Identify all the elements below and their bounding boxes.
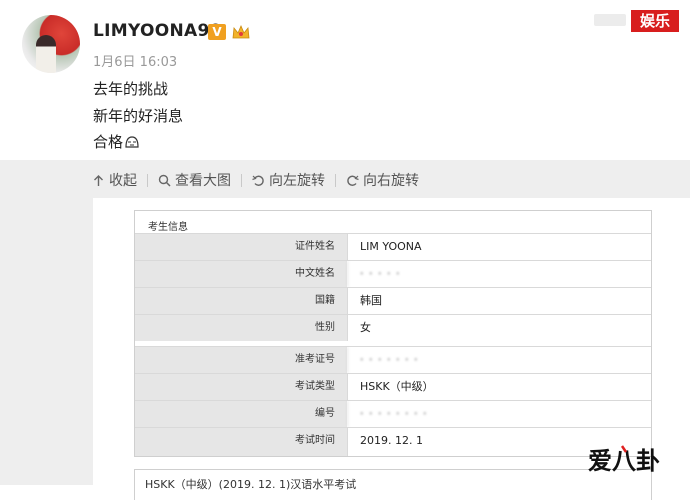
rotate-left-button[interactable]: 向左旋转: [252, 170, 325, 190]
image-toolbar: 收起 查看大图 向左旋转 向右旋转: [92, 168, 419, 192]
avatar-figure: [36, 35, 56, 73]
info-value-redacted: · · · · ·: [347, 261, 651, 287]
crown-icon: [232, 24, 250, 39]
info-row: 国籍 韩国: [135, 287, 651, 314]
info-label: 国籍: [135, 288, 347, 314]
channel-badge: 娱乐: [631, 10, 679, 32]
user-avatar[interactable]: [22, 15, 80, 73]
post-header: LIMYOONA90 V 1月6日 16:03 去年的挑战 新年的好消息 合格 …: [0, 0, 690, 160]
candidate-info-panel: 考生信息 证件姓名 LIM YOONA 中文姓名 · · · · · 国籍 韩国…: [134, 210, 652, 457]
info-value-redacted: · · · · · · · ·: [347, 401, 651, 427]
site-watermark-logo: 爱八卦: [588, 445, 660, 475]
username-link[interactable]: LIMYOONA90: [93, 21, 222, 41]
embarrassed-face-icon: [125, 136, 139, 148]
info-label: 考试时间: [135, 428, 347, 456]
collapse-label: 收起: [109, 173, 137, 189]
info-value-redacted: · · · · · · ·: [347, 347, 651, 373]
info-row: 考试时间 2019. 12. 1: [135, 427, 651, 456]
view-large-label: 查看大图: [175, 173, 231, 189]
faded-watermark: [594, 14, 626, 26]
rotate-right-button[interactable]: 向右旋转: [346, 170, 419, 190]
view-large-button[interactable]: 查看大图: [158, 170, 231, 190]
toolbar-divider: [147, 173, 148, 187]
rotate-left-icon: [252, 175, 264, 186]
info-row: 中文姓名 · · · · ·: [135, 260, 651, 287]
section-title: 考生信息: [148, 222, 188, 233]
post-text-line-3: 合格: [93, 131, 140, 152]
image-viewer: 收起 查看大图 向左旋转 向右旋转 考生信息 证件姓名 LIM YOONA 中文…: [0, 160, 690, 500]
info-row: 编号 · · · · · · · ·: [135, 400, 651, 427]
info-value: HSKK（中级）: [347, 374, 651, 400]
rotate-right-icon: [347, 175, 359, 186]
collapse-button[interactable]: 收起: [92, 170, 137, 190]
toolbar-divider: [241, 173, 242, 187]
rotate-left-label: 向左旋转: [269, 173, 325, 189]
info-row: 考试类型 HSKK（中级）: [135, 373, 651, 400]
info-row: 证件姓名 LIM YOONA: [135, 233, 651, 260]
info-label: 证件姓名: [135, 234, 347, 260]
post-text-line-2: 新年的好消息: [93, 107, 184, 125]
toolbar-divider: [335, 173, 336, 187]
info-value: 女: [347, 315, 651, 341]
info-value: LIM YOONA: [347, 234, 651, 260]
post-text-line-1: 去年的挑战: [93, 80, 169, 98]
info-row: 准考证号 · · · · · · ·: [135, 346, 651, 373]
info-row: 性别 女: [135, 314, 651, 341]
post-timestamp[interactable]: 1月6日 16:03: [93, 51, 177, 70]
post-text-line-3-text: 合格: [93, 133, 124, 151]
info-label: 中文姓名: [135, 261, 347, 287]
rotate-right-label: 向右旋转: [363, 173, 419, 189]
info-label: 准考证号: [135, 347, 347, 373]
exam-result-title: HSKK（中级）(2019. 12. 1)汉语水平考试: [145, 478, 357, 491]
info-value: 韩国: [347, 288, 651, 314]
info-label: 编号: [135, 401, 347, 427]
verified-badge-icon: V: [208, 24, 226, 40]
info-label: 考试类型: [135, 374, 347, 400]
info-label: 性别: [135, 315, 347, 341]
search-icon: [158, 174, 171, 187]
collapse-icon: [94, 174, 103, 186]
